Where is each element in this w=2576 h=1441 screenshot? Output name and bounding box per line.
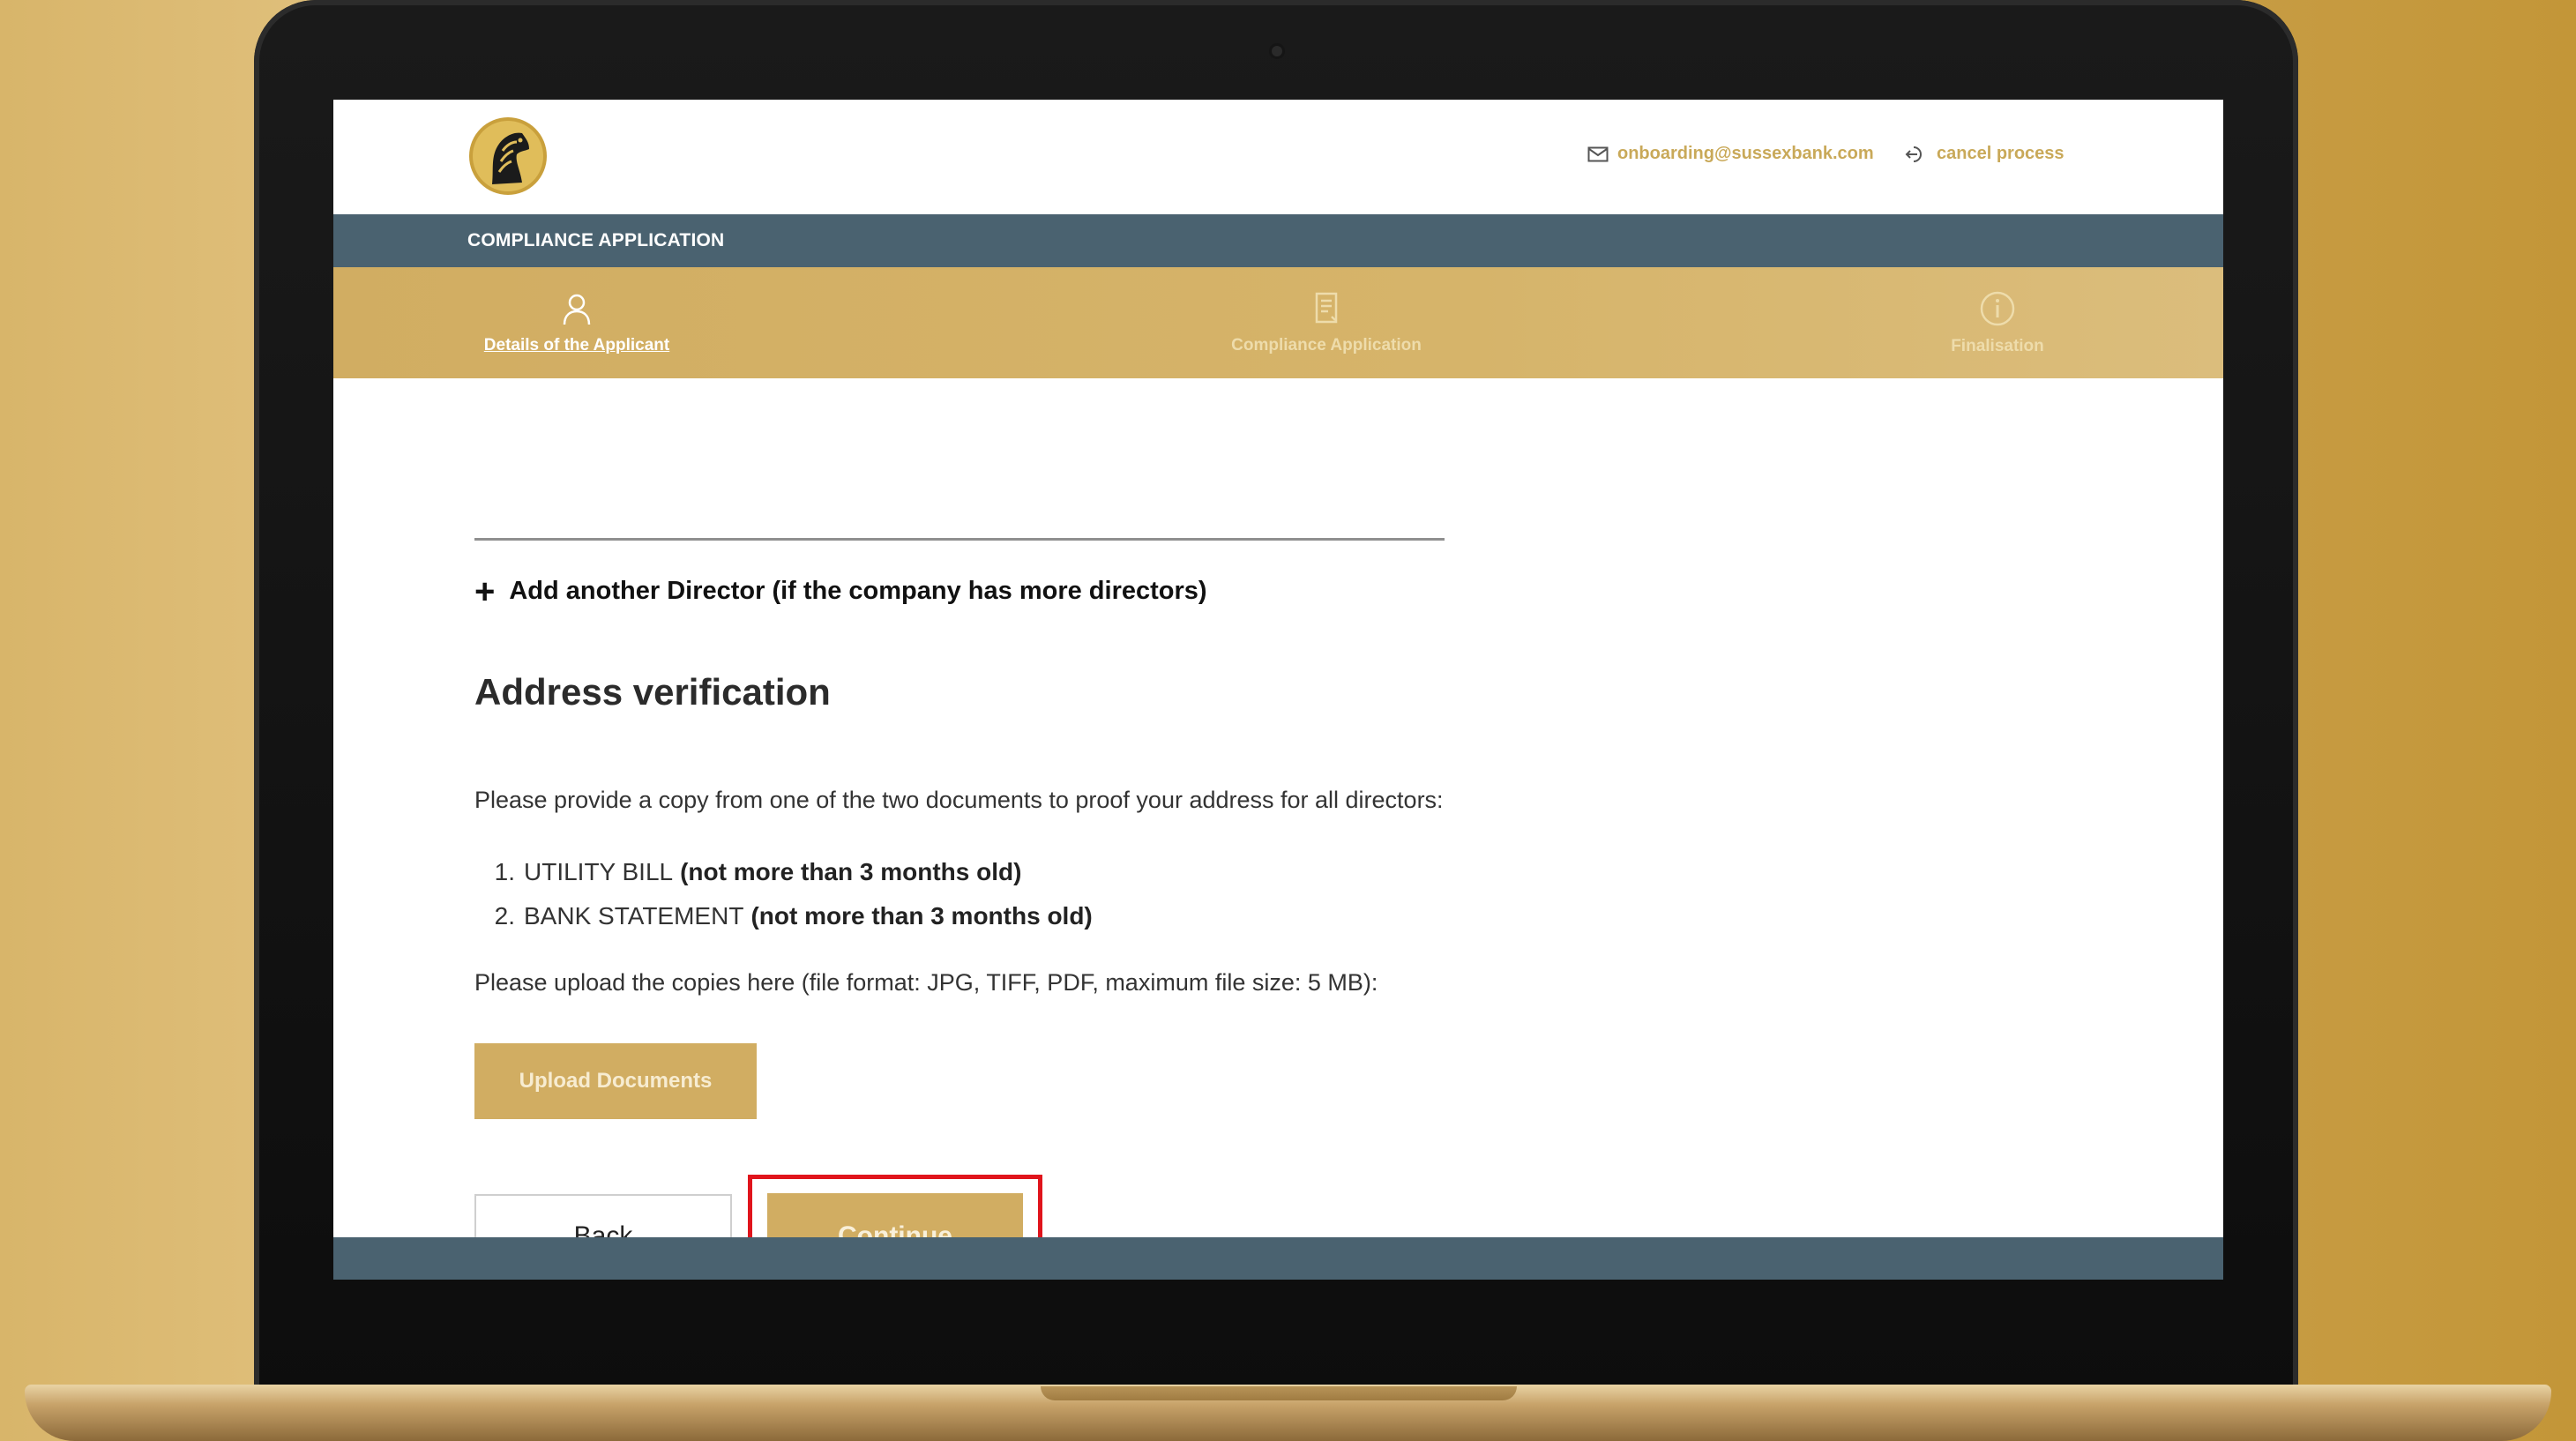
document-name: UTILITY BILL (524, 858, 674, 885)
site-footer (333, 1237, 2223, 1280)
upload-instruction: Please upload the copies here (file form… (474, 969, 1378, 996)
section-title: Address verification (474, 671, 831, 713)
document-name: BANK STATEMENT (524, 902, 744, 930)
document-list: 1. UTILITY BILL (not more than 3 months … (474, 850, 1093, 938)
laptop-screen: onboarding@sussexbank.com cancel process… (333, 100, 2223, 1280)
section-divider (474, 538, 1445, 541)
list-number: 2. (494, 902, 515, 930)
list-item: 1. UTILITY BILL (not more than 3 months … (474, 850, 1093, 894)
step-finalisation[interactable]: Finalisation (1931, 267, 2064, 378)
app-title-bar: COMPLIANCE APPLICATION (333, 214, 2223, 267)
add-director-link[interactable]: + Add another Director (if the company h… (474, 571, 1207, 611)
list-number: 1. (494, 858, 515, 885)
address-instruction: Please provide a copy from one of the tw… (474, 787, 1444, 813)
upload-documents-button[interactable]: Upload Documents (474, 1043, 757, 1119)
exit-icon (1905, 145, 1928, 164)
camera (1272, 46, 1282, 56)
step-compliance-application[interactable]: Compliance Application (1205, 267, 1448, 378)
cancel-process-text: cancel process (1937, 144, 2065, 163)
step-label: Finalisation (1951, 336, 2044, 355)
person-icon (559, 291, 594, 331)
plus-icon: + (474, 571, 496, 611)
contact-email-text: onboarding@sussexbank.com (1617, 144, 1874, 163)
horse-logo-icon[interactable] (467, 116, 549, 197)
document-icon (1309, 291, 1344, 331)
info-icon (1979, 290, 2016, 332)
mail-icon (1587, 146, 1609, 162)
cancel-process-link[interactable]: cancel process (1905, 144, 2065, 164)
step-label: Details of the Applicant (483, 335, 670, 355)
laptop-base-notch (1041, 1386, 1517, 1400)
step-label: Compliance Application (1231, 335, 1422, 355)
add-director-label: Add another Director (if the company has… (509, 577, 1207, 605)
document-note: (not more than 3 months old) (750, 902, 1093, 930)
site-header: onboarding@sussexbank.com cancel process (333, 100, 2223, 214)
form-content: + Add another Director (if the company h… (474, 378, 2150, 1280)
list-item: 2. BANK STATEMENT (not more than 3 month… (474, 894, 1093, 938)
progress-steps: Details of the Applicant Compliance Appl… (333, 267, 2223, 378)
app-title: COMPLIANCE APPLICATION (467, 230, 725, 250)
step-details-of-applicant[interactable]: Details of the Applicant (467, 267, 686, 378)
contact-email-link[interactable]: onboarding@sussexbank.com (1587, 144, 1874, 164)
document-note: (not more than 3 months old) (680, 858, 1022, 885)
